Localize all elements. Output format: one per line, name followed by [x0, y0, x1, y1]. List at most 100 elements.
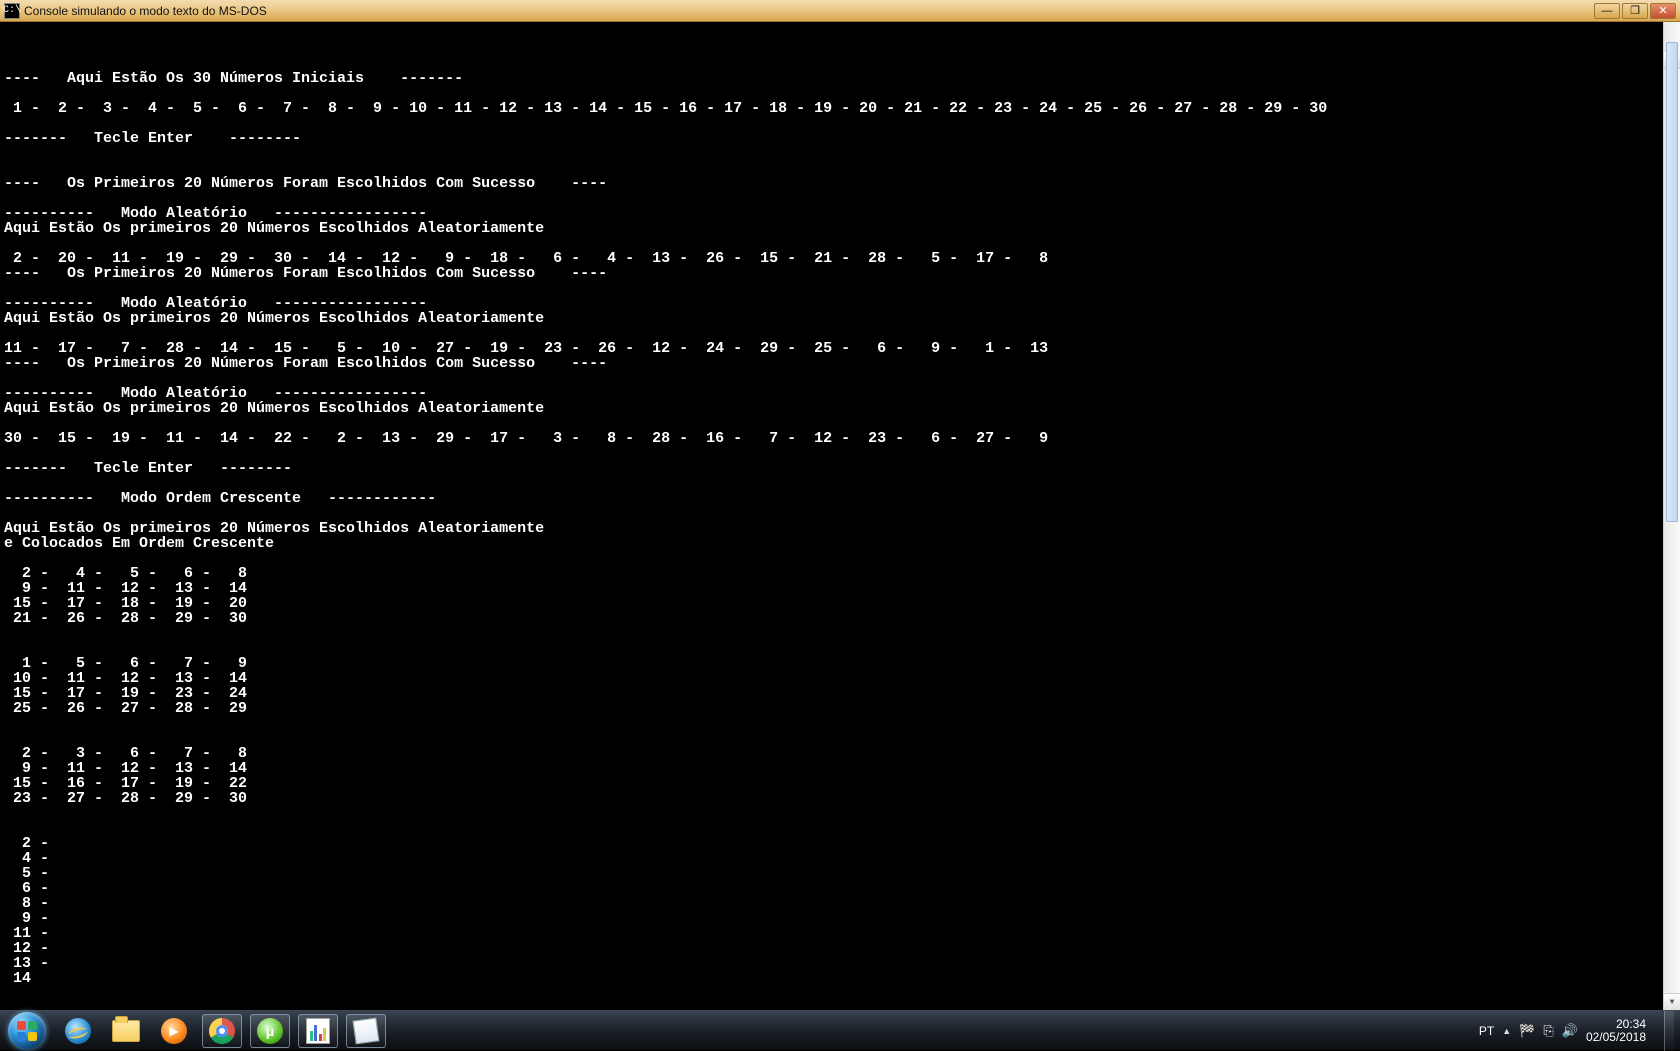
console-line: ------- Tecle Enter --------: [4, 131, 1676, 146]
devcpp-icon: [306, 1018, 330, 1044]
taskbar-item-ie[interactable]: [54, 1011, 102, 1051]
tray-overflow-icon[interactable]: ▲: [1502, 1026, 1511, 1036]
console-line: [4, 641, 1676, 656]
language-indicator[interactable]: PT: [1479, 1024, 1494, 1038]
console-line: [4, 371, 1676, 386]
show-desktop-button[interactable]: [1664, 1011, 1674, 1051]
console-line: 1 - 2 - 3 - 4 - 5 - 6 - 7 - 8 - 9 - 10 -…: [4, 101, 1676, 116]
taskbar: ▶ μ PT ▲ 🏁 ⎘ 🔊 20:34 02/05/2018: [0, 1010, 1680, 1050]
windows-logo-icon: [8, 1012, 46, 1050]
console-line: [4, 446, 1676, 461]
console-line: Aqui Estão Os primeiros 20 Números Escol…: [4, 521, 1676, 536]
taskbar-item-utorrent[interactable]: μ: [246, 1011, 294, 1051]
folder-icon: [112, 1020, 140, 1042]
notepad-icon: [352, 1017, 379, 1044]
console-line: 15 - 17 - 18 - 19 - 20: [4, 596, 1676, 611]
console-line: [4, 551, 1676, 566]
taskbar-item-devcpp[interactable]: [294, 1011, 342, 1051]
console-line: 2 -: [4, 836, 1676, 851]
console-line: 2 - 4 - 5 - 6 - 8: [4, 566, 1676, 581]
vertical-scrollbar[interactable]: ▲ ▼: [1663, 22, 1680, 1010]
console-line: [4, 626, 1676, 641]
console-line: ---------- Modo Ordem Crescente --------…: [4, 491, 1676, 506]
media-player-icon: ▶: [161, 1018, 187, 1044]
console-line: [4, 506, 1676, 521]
console-line: 1 - 5 - 6 - 7 - 9: [4, 656, 1676, 671]
console-line: [4, 416, 1676, 431]
console-line: [4, 731, 1676, 746]
console-line: 5 -: [4, 866, 1676, 881]
console-line: 25 - 26 - 27 - 28 - 29: [4, 701, 1676, 716]
volume-icon[interactable]: 🔊: [1562, 1023, 1578, 1039]
console-line: 21 - 26 - 28 - 29 - 30: [4, 611, 1676, 626]
console-line: ---- Os Primeiros 20 Números Foram Escol…: [4, 266, 1676, 281]
minimize-button[interactable]: —: [1594, 3, 1620, 19]
taskbar-item-wmp[interactable]: ▶: [150, 1011, 198, 1051]
console-line: 9 - 11 - 12 - 13 - 14: [4, 761, 1676, 776]
console-line: 30 - 15 - 19 - 11 - 14 - 22 - 2 - 13 - 2…: [4, 431, 1676, 446]
console-line: e Colocados Em Ordem Crescente: [4, 536, 1676, 551]
console-line: [4, 236, 1676, 251]
system-tray: PT ▲ 🏁 ⎘ 🔊 20:34 02/05/2018: [1471, 1018, 1658, 1044]
ie-icon: [65, 1018, 91, 1044]
console-line: [4, 821, 1676, 836]
console-line: [4, 476, 1676, 491]
console-line: 11 -: [4, 926, 1676, 941]
console-line: 14: [4, 971, 1676, 986]
taskbar-item-notepad[interactable]: [342, 1011, 390, 1051]
clock-time: 20:34: [1586, 1018, 1646, 1031]
console-line: [4, 281, 1676, 296]
tray-flag-icon[interactable]: 🏁: [1519, 1023, 1535, 1039]
console-line: [4, 146, 1676, 161]
console-line: 15 - 17 - 19 - 23 - 24: [4, 686, 1676, 701]
console-line: 11 - 17 - 7 - 28 - 14 - 15 - 5 - 10 - 27…: [4, 341, 1676, 356]
action-center-icon[interactable]: ⎘: [1543, 1023, 1553, 1039]
console-line: [4, 716, 1676, 731]
scroll-down-arrow[interactable]: ▼: [1664, 993, 1680, 1010]
console-line: ------- Tecle Enter --------: [4, 461, 1676, 476]
console-line: ---------- Modo Aleatório --------------…: [4, 206, 1676, 221]
console-line: 15 - 16 - 17 - 19 - 22: [4, 776, 1676, 791]
clock-date: 02/05/2018: [1586, 1031, 1646, 1044]
console-line: 23 - 27 - 28 - 29 - 30: [4, 791, 1676, 806]
chrome-icon: [209, 1018, 235, 1044]
console-line: ---------- Modo Aleatório --------------…: [4, 386, 1676, 401]
window-title: Console simulando o modo texto do MS-DOS: [24, 4, 267, 18]
console-line: [4, 86, 1676, 101]
console-line: 4 -: [4, 851, 1676, 866]
taskbar-item-chrome[interactable]: [198, 1011, 246, 1051]
console-line: 6 -: [4, 881, 1676, 896]
console-line: ---------- Modo Aleatório --------------…: [4, 296, 1676, 311]
console-line: 9 - 11 - 12 - 13 - 14: [4, 581, 1676, 596]
window-controls: — ❐ ✕: [1594, 3, 1676, 19]
console-line: [4, 191, 1676, 206]
console-line: ---- Aqui Estão Os 30 Números Iniciais -…: [4, 71, 1676, 86]
console-output: ---- Aqui Estão Os 30 Números Iniciais -…: [0, 22, 1680, 1010]
console-line: 8 -: [4, 896, 1676, 911]
console-line: Aqui Estão Os primeiros 20 Números Escol…: [4, 221, 1676, 236]
console-line: [4, 161, 1676, 176]
console-line: ---- Os Primeiros 20 Números Foram Escol…: [4, 356, 1676, 371]
taskbar-clock[interactable]: 20:34 02/05/2018: [1586, 1018, 1650, 1044]
console-line: Aqui Estão Os primeiros 20 Números Escol…: [4, 311, 1676, 326]
console-line: [4, 56, 1676, 71]
console-line: 9 -: [4, 911, 1676, 926]
start-button[interactable]: [0, 1011, 54, 1051]
console-line: 12 -: [4, 941, 1676, 956]
console-line: Aqui Estão Os primeiros 20 Números Escol…: [4, 401, 1676, 416]
utorrent-icon: μ: [257, 1018, 283, 1044]
maximize-button[interactable]: ❐: [1622, 3, 1648, 19]
window-titlebar: C:\ Console simulando o modo texto do MS…: [0, 0, 1680, 22]
console-line: [4, 326, 1676, 341]
console-icon: C:\: [4, 3, 20, 19]
close-button[interactable]: ✕: [1650, 3, 1676, 19]
console-line: 13 -: [4, 956, 1676, 971]
console-line: 10 - 11 - 12 - 13 - 14: [4, 671, 1676, 686]
console-line: 2 - 20 - 11 - 19 - 29 - 30 - 14 - 12 - 9…: [4, 251, 1676, 266]
console-line: ---- Os Primeiros 20 Números Foram Escol…: [4, 176, 1676, 191]
console-line: 2 - 3 - 6 - 7 - 8: [4, 746, 1676, 761]
scroll-thumb[interactable]: [1666, 42, 1678, 522]
console-line: [4, 806, 1676, 821]
console-line: [4, 116, 1676, 131]
taskbar-item-explorer[interactable]: [102, 1011, 150, 1051]
